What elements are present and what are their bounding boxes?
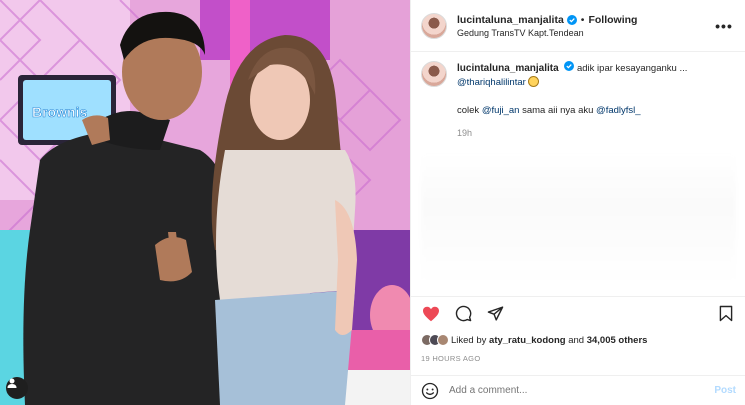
- action-bar: [411, 296, 745, 330]
- mention-link[interactable]: @fuji_an: [482, 105, 520, 116]
- caption-username[interactable]: lucintaluna_manjalita: [457, 63, 559, 74]
- caption: lucintaluna_manjalita adik ipar kesayang…: [421, 61, 736, 140]
- post-header: lucintaluna_manjalita • Following Gedung…: [411, 0, 745, 52]
- comment-bubble-icon: [455, 305, 471, 322]
- bookmark-icon: [719, 305, 733, 322]
- caption-text: adik ipar kesayanganku ...: [576, 63, 688, 74]
- comments-area: lucintaluna_manjalita adik ipar kesayang…: [411, 53, 745, 295]
- add-comment-bar: Post: [411, 375, 745, 405]
- separator-dot: •: [580, 13, 585, 26]
- smiley-icon[interactable]: [421, 382, 439, 400]
- post-comment-button[interactable]: Post: [714, 385, 736, 396]
- user-tags-button[interactable]: [6, 377, 28, 399]
- post-photo[interactable]: Brownis: [0, 0, 410, 405]
- like-button[interactable]: [421, 304, 441, 324]
- photo-scene: Brownis: [0, 0, 410, 405]
- verified-badge-icon: [566, 14, 577, 25]
- post-modal: Brownis lucintaluna_manjalita • Followin…: [0, 0, 745, 405]
- likes-mid: and: [568, 334, 585, 346]
- caption-text-mid: sama aii nya aku: [519, 105, 597, 116]
- author-avatar[interactable]: [421, 12, 447, 39]
- following-button[interactable]: Following: [588, 14, 637, 26]
- paper-plane-icon: [487, 306, 503, 321]
- likes-prefix: Liked by: [451, 334, 487, 346]
- caption-timestamp: 19h: [457, 128, 473, 138]
- caption-line-1: lucintaluna_manjalita adik ipar kesayang…: [457, 61, 687, 76]
- post-location[interactable]: Gedung TransTV Kapt.Tendean: [457, 28, 713, 38]
- caption-avatar[interactable]: [421, 61, 447, 87]
- mention-link[interactable]: @thariqhalilintar: [457, 77, 526, 88]
- smiling-face-emoji-icon: [528, 76, 540, 87]
- author-username[interactable]: lucintaluna_manjalita: [457, 14, 564, 26]
- tv-sign-text: Brownis: [32, 104, 87, 120]
- blurred-comments: [421, 153, 736, 283]
- author-info: lucintaluna_manjalita • Following Gedung…: [457, 14, 713, 38]
- caption-text-prefix: colek: [457, 105, 482, 116]
- caption-body: lucintaluna_manjalita adik ipar kesayang…: [457, 61, 687, 140]
- save-button[interactable]: [716, 304, 736, 324]
- options-ellipsis-icon[interactable]: •••: [713, 18, 735, 34]
- comment-button[interactable]: [453, 304, 473, 324]
- mention-link[interactable]: @fadlyfsl_: [596, 105, 641, 116]
- liker-avatars: [421, 334, 449, 346]
- post-timestamp: 19 HOURS AGO: [421, 354, 481, 363]
- verified-badge-icon: [564, 61, 575, 71]
- liker-avatar: [437, 334, 449, 346]
- caption-line-2: @thariqhalilintar: [457, 76, 687, 90]
- post-side-panel: lucintaluna_manjalita • Following Gedung…: [410, 0, 745, 405]
- heart-filled-icon: [423, 306, 439, 321]
- likes-count-link[interactable]: 34,005 others: [587, 335, 648, 346]
- share-button[interactable]: [485, 304, 505, 324]
- comment-input[interactable]: [449, 385, 715, 396]
- caption-line-3: colek @fuji_an sama aii nya aku @fadlyfs…: [457, 104, 687, 118]
- liker-username[interactable]: aty_ratu_kodong: [489, 335, 566, 346]
- likes-summary: Liked by aty_ratu_kodong and 34,005 othe…: [421, 331, 647, 349]
- user-tag-icon: [7, 378, 17, 388]
- author-row: lucintaluna_manjalita • Following: [457, 14, 713, 26]
